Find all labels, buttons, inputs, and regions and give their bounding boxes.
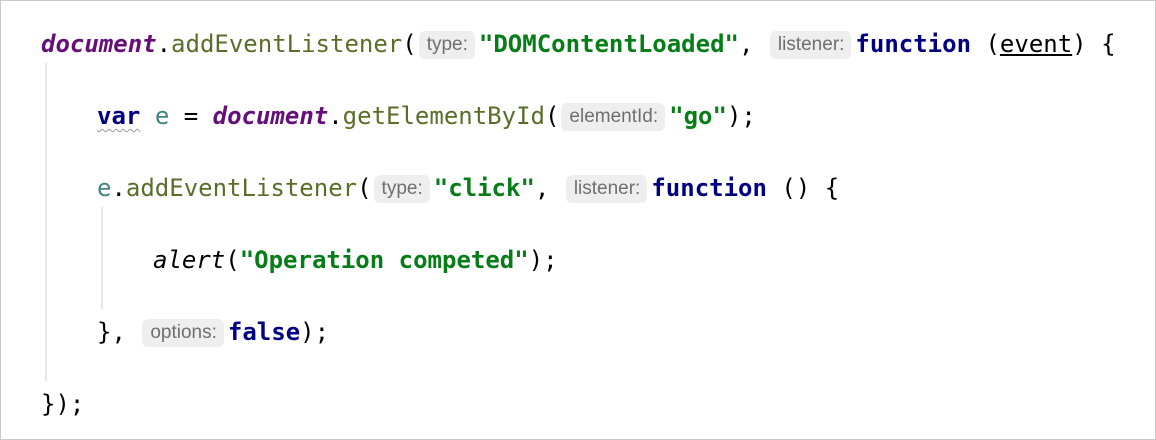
close-brace-paren-semicolon: }); [41, 390, 85, 418]
keyword-function: function [855, 30, 972, 58]
string-dom-content-loaded: "DOMContentLoaded" [478, 30, 739, 58]
dot: . [328, 102, 343, 130]
code-line-6[interactable]: }); [41, 386, 84, 422]
param-event: event [999, 30, 1073, 58]
code-line-4[interactable]: alert("Operation competed"); [153, 242, 558, 278]
string-go: "go" [669, 102, 727, 130]
close-paren-semicolon: ); [726, 102, 756, 130]
param-hint-element-id: elementId: [561, 103, 666, 131]
indent-guide-inner [101, 207, 103, 309]
variable-e: e [154, 102, 170, 130]
keyword-false: false [227, 318, 301, 346]
dot: . [111, 174, 126, 202]
param-hint-type: type: [418, 31, 475, 59]
open-paren: ( [544, 102, 560, 130]
variable-e: e [97, 174, 112, 202]
param-open: ( [971, 30, 1000, 58]
code-line-3[interactable]: e.addEventListener(type: "click", listene… [97, 170, 839, 206]
code-editor[interactable]: document.addEventListener(type: "DOMConte… [0, 0, 1156, 440]
assign-operator: = [169, 102, 213, 130]
string-operation-competed: "Operation competed" [239, 246, 529, 274]
method-add-event-listener: addEventListener [171, 30, 403, 58]
code-line-2[interactable]: var e = document.getElementById(elementI… [97, 98, 756, 134]
comma: , [738, 30, 754, 58]
code-line-5[interactable]: }, options: false); [97, 314, 329, 350]
method-get-element-by-id: getElementById [342, 102, 545, 130]
keyword-function: function [651, 174, 767, 202]
param-close: ) { [1072, 30, 1116, 58]
document-object: document [212, 102, 329, 130]
close-brace-comma: }, [97, 318, 126, 346]
close-paren-semicolon: ); [528, 246, 558, 274]
open-paren: ( [225, 246, 240, 274]
open-paren: ( [402, 30, 417, 58]
keyword-var: var [97, 102, 141, 130]
param-hint-listener: listener: [565, 175, 648, 203]
dot: . [156, 30, 172, 58]
param-hint-listener: listener: [769, 31, 852, 59]
param-hint-type: type: [373, 175, 430, 203]
document-object: document [41, 30, 157, 58]
comma: , [534, 174, 550, 202]
close-paren-semicolon: ); [300, 318, 330, 346]
string-click: "click" [433, 174, 535, 202]
indent-guide-outer [45, 63, 47, 381]
function-params-brace: () { [766, 174, 840, 202]
param-hint-options: options: [142, 319, 224, 347]
code-line-1[interactable]: document.addEventListener(type: "DOMConte… [41, 26, 1116, 62]
method-add-event-listener: addEventListener [125, 174, 358, 202]
open-paren: ( [357, 174, 372, 202]
function-alert: alert [153, 246, 226, 274]
